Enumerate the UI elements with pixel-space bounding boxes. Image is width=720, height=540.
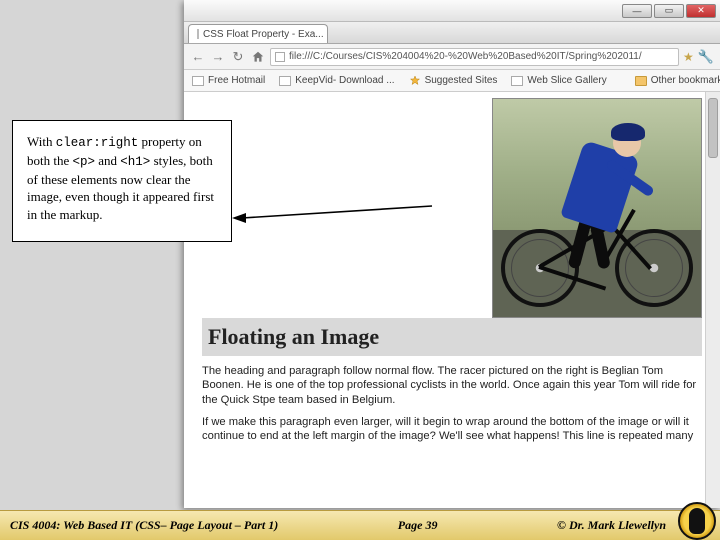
ucf-logo — [678, 502, 716, 540]
annotation-callout: With clear:right property on both the <p… — [12, 120, 232, 242]
scrollbar-thumb[interactable] — [708, 98, 718, 158]
reload-button[interactable]: ↻ — [230, 49, 246, 65]
file-icon — [275, 52, 285, 62]
close-button[interactable]: ✕ — [686, 4, 716, 18]
code-p-tag: <p> — [73, 155, 96, 169]
page-icon — [279, 76, 291, 86]
page-icon — [197, 29, 199, 39]
vertical-scrollbar[interactable] — [705, 92, 720, 508]
paragraph-2: If we make this paragraph even larger, w… — [202, 415, 702, 444]
back-button[interactable]: ← — [190, 49, 206, 65]
browser-tab[interactable]: CSS Float Property - Exa... — [188, 24, 328, 43]
url-field[interactable]: file:///C:/Courses/CIS%204004%20-%20Web%… — [270, 48, 679, 66]
other-bookmarks[interactable]: Other bookmarks — [635, 75, 720, 86]
bookmarks-bar: Free Hotmail KeepVid- Download ... Sugge… — [184, 70, 720, 92]
code-h1-tag: <h1> — [120, 155, 150, 169]
tab-title: CSS Float Property - Exa... — [203, 29, 324, 40]
cyclist-image — [492, 98, 702, 318]
bookmark-suggested-sites[interactable]: Suggested Sites — [409, 75, 498, 87]
page-icon — [511, 76, 523, 86]
folder-icon — [635, 76, 647, 86]
footer-course: CIS 4004: Web Based IT (CSS– Page Layout… — [10, 518, 278, 533]
bookmark-keepvid[interactable]: KeepVid- Download ... — [279, 75, 394, 86]
maximize-button[interactable]: ▭ — [654, 4, 684, 18]
footer-page: Page 39 — [278, 518, 557, 533]
footer-copyright: © Dr. Mark Llewellyn — [557, 518, 666, 533]
home-button[interactable] — [250, 49, 266, 65]
address-bar: ← → ↻ file:///C:/Courses/CIS%204004%20-%… — [184, 44, 720, 70]
bookmark-star-icon[interactable]: ★ — [683, 50, 694, 64]
page-icon — [192, 76, 204, 86]
settings-wrench-icon[interactable]: 🔧 — [698, 49, 714, 65]
bookmark-free-hotmail[interactable]: Free Hotmail — [192, 75, 265, 86]
browser-window: — ▭ ✕ CSS Float Property - Exa... ← → ↻ … — [184, 0, 720, 508]
page-heading: Floating an Image — [208, 324, 696, 350]
window-titlebar: — ▭ ✕ — [184, 0, 720, 22]
heading-row: Floating an Image — [202, 318, 702, 356]
slide-footer: CIS 4004: Web Based IT (CSS– Page Layout… — [0, 510, 720, 540]
url-text: file:///C:/Courses/CIS%204004%20-%20Web%… — [289, 51, 642, 62]
code-clear-right: clear:right — [56, 136, 139, 150]
tab-strip: CSS Float Property - Exa... — [184, 22, 720, 44]
minimize-button[interactable]: — — [622, 4, 652, 18]
paragraph-1: The heading and paragraph follow normal … — [202, 364, 702, 407]
annotation-arrow — [232, 198, 452, 238]
forward-button[interactable]: → — [210, 49, 226, 65]
page-viewport: Floating an Image The heading and paragr… — [184, 92, 720, 508]
favorites-icon — [409, 75, 421, 87]
bookmark-web-slice[interactable]: Web Slice Gallery — [511, 75, 606, 86]
